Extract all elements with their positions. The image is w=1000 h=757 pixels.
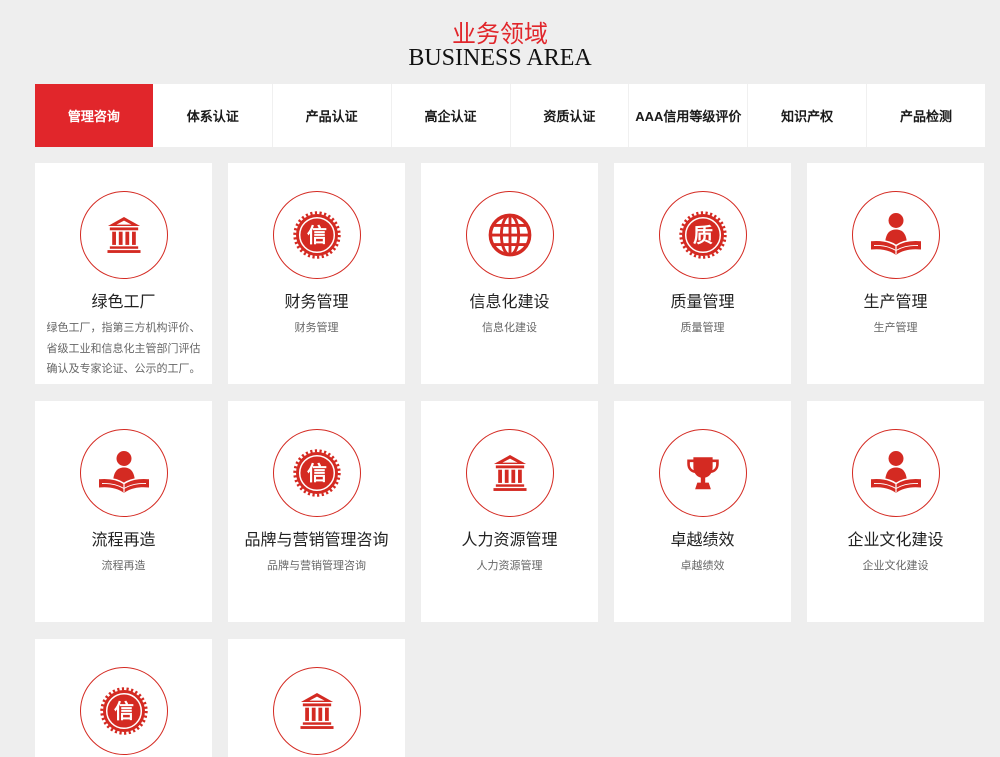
icon-ring [851, 429, 940, 517]
tab-system-certification[interactable]: 体系认证 [153, 84, 272, 147]
service-card[interactable]: 绿色工厂 绿色工厂，指第三方机构评价、省级工业和信息化主管部门评估确认及专家论证… [35, 163, 212, 384]
credit-seal-icon: 信 [292, 211, 341, 259]
icon-ring: 信 [79, 667, 168, 755]
tab-product-testing[interactable]: 产品检测 [866, 84, 985, 147]
icon-ring [658, 429, 747, 517]
card-title: 绿色工厂 [91, 294, 156, 311]
icon-ring: 信 [272, 429, 361, 517]
bank-icon [106, 217, 141, 253]
tab-management-consulting[interactable]: 管理咨询 [35, 84, 153, 147]
card-description: 质量管理 [680, 322, 725, 334]
quality-seal-icon: 质 [678, 211, 727, 259]
card-title: 财务管理 [284, 294, 349, 311]
bank-icon [492, 455, 527, 491]
card-description: 流程再造 [101, 560, 146, 572]
icon-ring: 信 [272, 191, 361, 279]
icon-ring [272, 667, 361, 755]
card-description: 企业文化建设 [862, 560, 929, 572]
card-title: 质量管理 [670, 294, 735, 311]
service-card[interactable]: 流程再造 流程再造 [35, 401, 212, 622]
card-title: 企业文化建设 [847, 532, 944, 549]
tab-product-certification[interactable]: 产品认证 [271, 84, 391, 147]
card-description: 品牌与营销管理咨询 [267, 560, 366, 572]
icon-ring [465, 429, 554, 517]
icon-ring [79, 191, 168, 279]
tab-qualification-certification[interactable]: 资质认证 [509, 84, 629, 147]
reader-icon [869, 212, 922, 256]
reader-icon [869, 450, 922, 494]
card-description: 生产管理 [873, 322, 918, 334]
card-description: 卓越绩效 [680, 560, 725, 572]
card-description: 人力资源管理 [476, 560, 543, 572]
icon-ring [851, 191, 940, 279]
service-card[interactable]: 信 [35, 639, 212, 757]
card-description: 财务管理 [294, 322, 339, 334]
icon-ring [465, 191, 554, 279]
tab-high-tech-enterprise-certification[interactable]: 高企认证 [390, 84, 510, 147]
business-tabs: 管理咨询 体系认证 产品认证 高企认证 资质认证 AAA信用等级评价 知识产权 … [35, 84, 985, 147]
card-title: 生产管理 [863, 294, 928, 311]
service-card[interactable]: 信息化建设 信息化建设 [421, 163, 598, 384]
seal-character: 质 [693, 223, 713, 247]
service-grid: 绿色工厂 绿色工厂，指第三方机构评价、省级工业和信息化主管部门评估确认及专家论证… [35, 163, 984, 757]
section-title-en: BUSINESS AREA [408, 45, 592, 71]
icon-ring: 质 [658, 191, 747, 279]
tab-aaa-credit-rating[interactable]: AAA信用等级评价 [628, 84, 747, 147]
reader-icon [97, 450, 150, 494]
service-card[interactable]: 信 品牌与营销管理咨询 品牌与营销管理咨询 [228, 401, 405, 622]
icon-ring [79, 429, 168, 517]
card-title: 人力资源管理 [461, 532, 558, 549]
trophy-icon [686, 455, 719, 491]
card-title: 信息化建设 [469, 294, 550, 311]
card-title: 流程再造 [91, 532, 156, 549]
tab-intellectual-property[interactable]: 知识产权 [747, 84, 866, 147]
service-card[interactable]: 人力资源管理 人力资源管理 [421, 401, 598, 622]
service-card[interactable]: 质 质量管理 质量管理 [614, 163, 791, 384]
card-title: 品牌与营销管理咨询 [244, 532, 389, 549]
bank-icon [299, 693, 334, 729]
service-card[interactable] [228, 639, 405, 757]
seal-character: 信 [307, 223, 327, 247]
card-description: 绿色工厂，指第三方机构评价、省级工业和信息化主管部门评估确认及专家论证、公示的工… [46, 322, 201, 375]
service-card[interactable]: 卓越绩效 卓越绩效 [614, 401, 791, 622]
service-card[interactable]: 生产管理 生产管理 [807, 163, 984, 384]
card-title: 卓越绩效 [670, 532, 735, 549]
seal-character: 信 [114, 699, 134, 723]
service-card[interactable]: 信 财务管理 财务管理 [228, 163, 405, 384]
seal-character: 信 [307, 461, 327, 485]
service-card[interactable]: 企业文化建设 企业文化建设 [807, 401, 984, 622]
globe-icon [488, 213, 531, 257]
credit-seal-icon: 信 [99, 687, 148, 735]
card-description: 信息化建设 [482, 322, 537, 334]
credit-seal-icon: 信 [292, 449, 341, 497]
section-header: 业务领域 BUSINESS AREA [0, 0, 1000, 71]
